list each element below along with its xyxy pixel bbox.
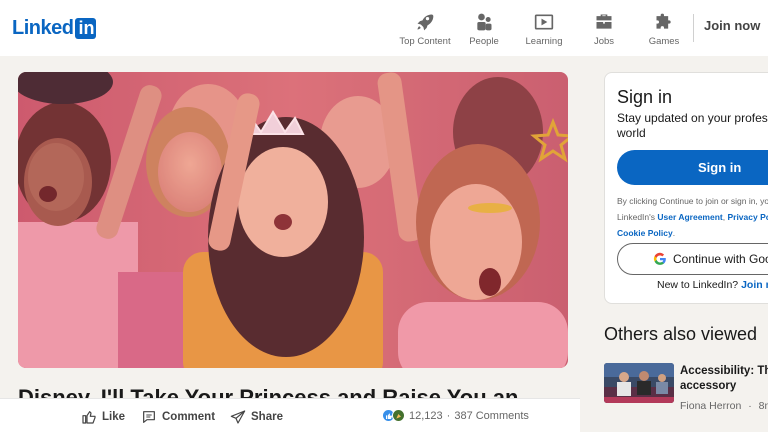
nav-jobs[interactable]: Jobs — [574, 12, 634, 47]
legal-text: By clicking Continue to join or sign in,… — [617, 193, 768, 241]
others-viewed-item[interactable]: Accessibility: The accessory Fiona Herro… — [604, 362, 768, 414]
nav-top-content[interactable]: Top Content — [396, 12, 454, 47]
others-also-viewed-title: Others also viewed — [604, 324, 758, 344]
linkedin-logo[interactable]: Linked in — [12, 16, 97, 39]
legal-line: Cookie Policy. — [617, 225, 768, 241]
reactions-count: 12,123 — [409, 409, 443, 422]
nav-label: Top Content — [399, 36, 451, 47]
nav-label: People — [469, 36, 499, 47]
people-on-stage-photo — [604, 363, 674, 403]
new-to-linkedin: New to LinkedIn? Join no — [657, 279, 768, 291]
join-now-button[interactable]: Join now — [704, 18, 760, 33]
meta-separator: · — [748, 400, 752, 412]
sign-in-subtitle: Stay updated on your professio world — [617, 111, 768, 141]
legal-period: . — [672, 228, 676, 238]
subtitle-line: Stay updated on your professio — [617, 111, 768, 125]
comment-label: Comment — [162, 411, 216, 423]
user-agreement-link[interactable]: User Agreement — [657, 212, 722, 222]
thumbs-up-icon — [82, 411, 96, 424]
nav-divider — [693, 14, 694, 42]
legal-prefix: LinkedIn's — [617, 212, 658, 222]
author-name: Fiona Herron — [680, 400, 742, 412]
legal-line: By clicking Continue to join or sign in,… — [617, 196, 768, 206]
share-label: Share — [251, 411, 283, 423]
google-button-label: Continue with Goog — [673, 252, 768, 266]
comment-icon — [143, 411, 155, 423]
legal-line: LinkedIn's User Agreement, Privacy Poli — [617, 209, 768, 225]
comments-count: 387 Comments — [454, 409, 529, 422]
reaction-icons — [382, 409, 405, 422]
article-hero-image — [18, 72, 568, 368]
play-video-icon — [534, 14, 554, 30]
privacy-policy-link[interactable]: Privacy Poli — [727, 212, 768, 222]
puzzle-icon — [656, 13, 671, 29]
headline-line: Accessibility: The — [680, 365, 768, 377]
count-separator: · — [446, 409, 451, 422]
comment-button[interactable]: Comment — [141, 409, 215, 425]
logo-wordmark: Linked — [12, 16, 74, 39]
join-now-link[interactable]: Join no — [741, 279, 768, 291]
post-time: 8mo — [758, 400, 768, 412]
main-nav: Top Content People Learning Jobs Games — [396, 12, 694, 47]
nav-people[interactable]: People — [454, 12, 514, 47]
others-headline: Accessibility: The accessory — [680, 364, 768, 394]
new-to-text: New to LinkedIn? — [657, 279, 739, 291]
like-button[interactable]: Like — [81, 409, 125, 425]
briefcase-icon — [596, 14, 612, 29]
sign-in-button[interactable]: Sign in — [617, 150, 768, 185]
article-thumbnail — [604, 363, 674, 403]
celebrate-reaction-icon — [392, 409, 405, 422]
subtitle-line: world — [617, 126, 646, 140]
sign-in-title: Sign in — [617, 87, 673, 107]
nav-label: Jobs — [593, 36, 615, 47]
google-icon — [653, 252, 666, 265]
continue-with-google-button[interactable]: Continue with Goog — [617, 243, 768, 275]
top-header: Linked in Top Content People Learning Job… — [0, 0, 768, 56]
nav-label: Games — [648, 36, 680, 47]
people-icon — [477, 13, 492, 31]
rocket-icon — [417, 14, 434, 31]
share-button[interactable]: Share — [230, 409, 283, 425]
cookie-policy-link[interactable]: Cookie Policy — [617, 228, 673, 238]
nav-learning[interactable]: Learning — [514, 12, 574, 47]
nav-label: Learning — [525, 36, 563, 47]
headline-line: accessory — [680, 380, 737, 392]
sign-in-card: Sign in Stay updated on your professio w… — [604, 72, 768, 304]
social-counts[interactable]: 12,123 · 387 Comments — [382, 409, 529, 422]
logo-in-box: in — [75, 17, 97, 39]
others-meta: Fiona Herron · 8mo — [680, 400, 768, 412]
children-princess-tiara-photo — [18, 72, 568, 368]
like-label: Like — [102, 411, 126, 423]
social-action-bar: Like Comment Share 12,123 · 387 Comments — [0, 398, 580, 432]
nav-games[interactable]: Games — [634, 12, 694, 47]
send-icon — [230, 410, 246, 424]
